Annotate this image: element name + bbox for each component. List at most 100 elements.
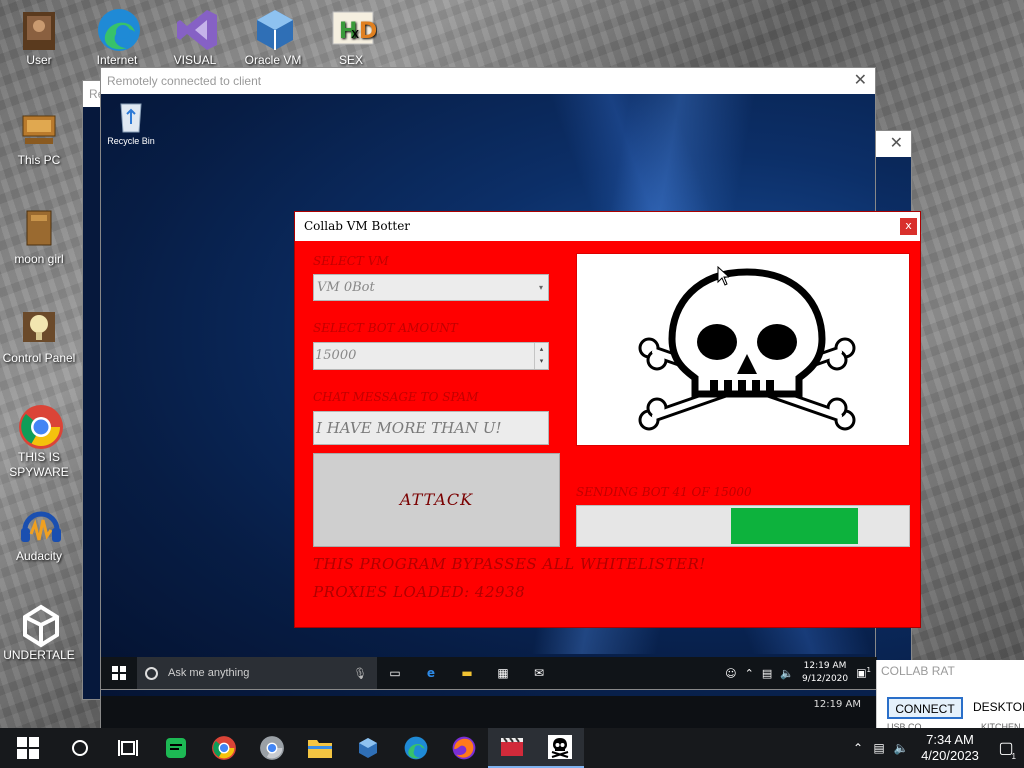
- firefox-icon: [452, 736, 476, 760]
- inner-clock[interactable]: 12:19 AM 9/12/2020: [802, 660, 848, 686]
- taskbar-chrome[interactable]: [200, 728, 248, 768]
- taskbar-clock[interactable]: 7:34 AM 4/20/2023: [912, 732, 988, 764]
- computer-icon: [17, 106, 61, 150]
- desktop-icon-spyware[interactable]: THIS IS SPYWARE: [0, 403, 78, 480]
- task-view-icon[interactable]: ▭: [377, 666, 413, 680]
- close-icon[interactable]: ✕: [854, 68, 867, 94]
- edge-icon: [95, 6, 140, 51]
- taskbar-app-green[interactable]: [152, 728, 200, 768]
- collab-vm-botter-window[interactable]: Collab VM Botter x SELECT VM VM 0Bot ▾ S…: [294, 211, 921, 628]
- chevron-up-icon[interactable]: ⌃: [848, 741, 868, 755]
- file-explorer-icon[interactable]: ▬: [449, 666, 485, 680]
- desktop-icon-sex[interactable]: HxD SEX: [312, 6, 390, 68]
- close-icon[interactable]: ✕: [890, 131, 903, 157]
- windows-start-icon[interactable]: [101, 657, 137, 689]
- taskbar-botter[interactable]: [536, 728, 584, 768]
- recycle-bin[interactable]: Recycle Bin: [103, 100, 159, 146]
- audacity-icon: [17, 502, 61, 546]
- bot-amount-stepper[interactable]: 15000 ▴ ▾: [313, 342, 549, 370]
- people-icon[interactable]: ☺: [725, 667, 736, 680]
- desktop-icon-visual[interactable]: VISUAL: [156, 6, 234, 68]
- collab-rat-window[interactable]: COLLAB RAT CONNECT DESKTOP USB CO KITCHE…: [876, 660, 1024, 734]
- collab-rat-title: COLLAB RAT: [881, 664, 955, 678]
- mail-icon[interactable]: ✉: [521, 666, 557, 680]
- chrome-icon: [17, 403, 63, 449]
- inner-search-box[interactable]: Ask me anything 🎙: [137, 657, 377, 689]
- control-panel-icon: [17, 304, 61, 348]
- volume-icon[interactable]: 🔈: [890, 741, 912, 755]
- task-view-icon: [118, 740, 138, 756]
- microphone-icon[interactable]: 🎙: [353, 667, 367, 680]
- bot-progress-bar: [576, 505, 910, 547]
- stepper-down-icon[interactable]: ▾: [535, 355, 548, 367]
- system-tray: ⌃ ▤ 🔈 7:34 AM 4/20/2023 ▢ 1: [848, 728, 1024, 768]
- desktop-icon-undertale[interactable]: UNDERTALE: [0, 601, 78, 663]
- chrome-dev-icon: [260, 736, 284, 760]
- volume-icon[interactable]: 🔈: [780, 667, 794, 680]
- attack-button[interactable]: ATTACK: [313, 453, 560, 547]
- film-clapper-icon: [501, 737, 523, 756]
- cortana-icon: [145, 666, 158, 680]
- sending-status: SENDING BOT 41 OF 15000: [576, 485, 752, 499]
- skull-icon: [548, 735, 572, 759]
- notification-center-icon[interactable]: ▢ 1: [988, 738, 1024, 761]
- unity-icon: [17, 601, 61, 648]
- task-view-button[interactable]: [104, 728, 152, 768]
- notification-icon[interactable]: ▣1: [856, 666, 871, 680]
- desktop-button[interactable]: DESKTOP: [973, 697, 1024, 719]
- folder-icon: [308, 740, 332, 758]
- chevron-down-icon: ▾: [538, 283, 543, 292]
- inner-taskbar: Ask me anything 🎙 ▭ e ▬ ▦ ✉ ☺ ⌃ ▤ 🔈 12:1…: [101, 657, 877, 689]
- taskbar-firefox[interactable]: [440, 728, 488, 768]
- windows-start-button[interactable]: [0, 728, 56, 768]
- desktop-icon-oracle-vm[interactable]: Oracle VM: [234, 6, 312, 68]
- connect-button[interactable]: CONNECT: [887, 697, 963, 719]
- select-vm-dropdown[interactable]: VM 0Bot ▾: [313, 274, 549, 301]
- desktop-icon-control-panel[interactable]: Control Panel: [0, 304, 78, 366]
- windows-logo-icon: [17, 737, 39, 759]
- network-icon[interactable]: ▤: [762, 667, 772, 680]
- mouse-cursor-icon: [717, 266, 729, 286]
- edge-icon[interactable]: e: [413, 666, 449, 680]
- desktop-icon-audacity[interactable]: Audacity: [0, 502, 78, 564]
- skull-crossbones-icon: [638, 268, 856, 431]
- select-vm-label: SELECT VM: [313, 254, 389, 268]
- stepper-up-icon[interactable]: ▴: [535, 343, 548, 355]
- chevron-up-icon[interactable]: ⌃: [745, 667, 754, 680]
- taskbar-file-explorer[interactable]: [296, 728, 344, 768]
- visual-studio-icon: [173, 6, 217, 50]
- bot-amount-label: SELECT BOT AMOUNT: [313, 321, 458, 335]
- network-icon[interactable]: ▤: [868, 741, 890, 755]
- chrome-icon: [212, 736, 236, 760]
- virtualbox-icon: [251, 6, 295, 50]
- close-button[interactable]: x: [900, 218, 917, 235]
- desktop-icon-internet[interactable]: Internet: [78, 6, 156, 68]
- proxies-loaded: PROXIES LOADED: 42938: [313, 583, 526, 601]
- progress-fill: [731, 508, 858, 544]
- user-folder-icon: [17, 6, 61, 50]
- desktop-icon-user[interactable]: User: [0, 6, 78, 68]
- chat-message-input[interactable]: I HAVE MORE THAN U!: [313, 411, 549, 445]
- cortana-icon: [72, 740, 88, 756]
- edge-icon: [404, 736, 428, 760]
- taskbar: ⌃ ▤ 🔈 7:34 AM 4/20/2023 ▢ 1: [0, 728, 1024, 768]
- desktop-icon-this-pc[interactable]: This PC: [0, 106, 78, 168]
- chat-app-icon: [166, 738, 186, 758]
- search-button[interactable]: [56, 728, 104, 768]
- hxd-icon: HxD: [329, 6, 377, 50]
- botter-title-bar: Collab VM Botter x: [295, 212, 920, 241]
- svg-text:D: D: [359, 19, 377, 44]
- bypass-notice: THIS PROGRAM BYPASSES ALL WHITELISTER!: [313, 555, 706, 573]
- taskbar-collab-app[interactable]: [488, 728, 536, 768]
- desktop-icon-moon-girl[interactable]: moon girl: [0, 205, 78, 267]
- virtualbox-icon: [359, 738, 377, 758]
- skull-image: [576, 253, 910, 446]
- remote-window-title: Remotely connected to client ✕: [101, 68, 875, 94]
- recycle-bin-icon: [120, 103, 142, 133]
- chat-message-label: CHAT MESSAGE TO SPAM: [313, 390, 479, 404]
- store-icon[interactable]: ▦: [485, 666, 521, 680]
- taskbar-edge[interactable]: [392, 728, 440, 768]
- taskbar-virtualbox[interactable]: [344, 728, 392, 768]
- taskbar-chrome-alt[interactable]: [248, 728, 296, 768]
- archive-icon: [17, 205, 61, 249]
